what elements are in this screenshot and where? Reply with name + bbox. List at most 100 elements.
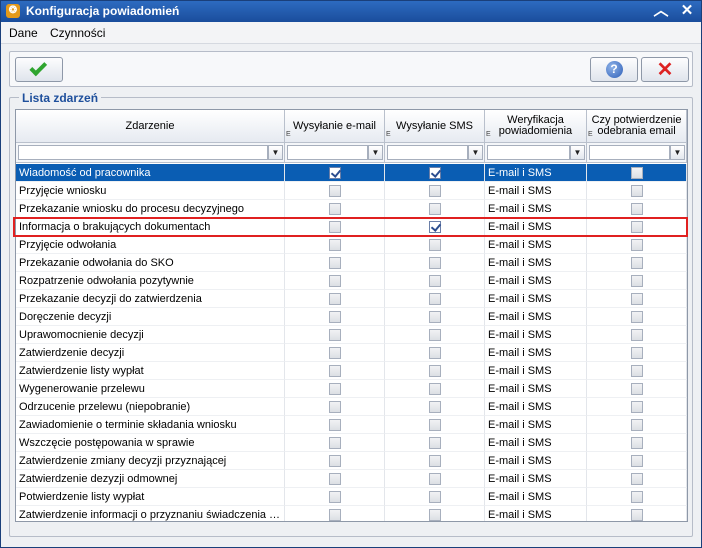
email-checkbox[interactable] xyxy=(328,419,341,431)
confirm-checkbox[interactable] xyxy=(630,401,643,413)
confirm-checkbox[interactable] xyxy=(630,455,643,467)
table-row[interactable]: Wiadomość od pracownika E-mail i SMS xyxy=(16,164,687,182)
email-checkbox[interactable] xyxy=(328,455,341,467)
sms-checkbox[interactable] xyxy=(428,203,441,215)
filter-input[interactable] xyxy=(18,145,268,160)
sms-checkbox[interactable] xyxy=(428,437,441,449)
email-checkbox[interactable] xyxy=(328,509,341,521)
email-checkbox[interactable] xyxy=(328,167,341,179)
table-row[interactable]: Zatwierdzenie listy wypłat E-mail i SMS xyxy=(16,362,687,380)
confirm-checkbox[interactable] xyxy=(630,365,643,377)
sms-checkbox[interactable] xyxy=(428,185,441,197)
table-row[interactable]: Zatwierdzenie decyzji E-mail i SMS xyxy=(16,344,687,362)
email-checkbox[interactable] xyxy=(328,257,341,269)
help-button[interactable]: ? xyxy=(590,57,638,82)
close-icon[interactable]: ✕ xyxy=(677,2,697,20)
confirm-checkbox[interactable] xyxy=(630,221,643,233)
table-row[interactable]: Przekazanie odwołania do SKO E-mail i SMS xyxy=(16,254,687,272)
sms-checkbox[interactable] xyxy=(428,329,441,341)
confirm-checkbox[interactable] xyxy=(630,473,643,485)
confirm-checkbox[interactable] xyxy=(630,203,643,215)
dropdown-arrow-icon[interactable]: ▼ xyxy=(670,145,685,160)
confirm-checkbox[interactable] xyxy=(630,509,643,521)
email-checkbox[interactable] xyxy=(328,347,341,359)
confirm-checkbox[interactable] xyxy=(630,311,643,323)
table-row[interactable]: Zatwierdzenie zmiany decyzji przyznające… xyxy=(16,452,687,470)
table-row[interactable]: Informacja o brakujących dokumentach E-ma… xyxy=(16,218,687,236)
table-row[interactable]: Przyjęcie odwołania E-mail i SMS xyxy=(16,236,687,254)
confirm-checkbox[interactable] xyxy=(630,437,643,449)
table-row[interactable]: Zawiadomienie o terminie składania wnios… xyxy=(16,416,687,434)
column-header-verification[interactable]: E Weryfikacja powiadomienia xyxy=(485,110,587,143)
confirm-button[interactable] xyxy=(15,57,63,82)
email-checkbox[interactable] xyxy=(328,491,341,503)
email-checkbox[interactable] xyxy=(328,203,341,215)
sms-checkbox[interactable] xyxy=(428,383,441,395)
confirm-checkbox[interactable] xyxy=(630,275,643,287)
sms-checkbox[interactable] xyxy=(428,347,441,359)
table-row[interactable]: Doręczenie decyzji E-mail i SMS xyxy=(16,308,687,326)
email-checkbox[interactable] xyxy=(328,311,341,323)
sms-checkbox[interactable] xyxy=(428,473,441,485)
column-header-event[interactable]: Zdarzenie xyxy=(16,110,285,143)
sms-checkbox[interactable] xyxy=(428,419,441,431)
email-checkbox[interactable] xyxy=(328,473,341,485)
table-row[interactable]: Wygenerowanie przelewu E-mail i SMS xyxy=(16,380,687,398)
confirm-checkbox[interactable] xyxy=(630,239,643,251)
sms-checkbox[interactable] xyxy=(428,455,441,467)
table-row[interactable]: Zatwierdzenie dezyzji odmownej E-mail i S… xyxy=(16,470,687,488)
table-row[interactable]: Przekazanie decyzji do zatwierdzenia E-ma… xyxy=(16,290,687,308)
table-row[interactable]: Odrzucenie przelewu (niepobranie) E-mail … xyxy=(16,398,687,416)
collapse-icon[interactable]: ︿ xyxy=(651,2,671,20)
email-checkbox[interactable] xyxy=(328,185,341,197)
email-checkbox[interactable] xyxy=(328,401,341,413)
sms-checkbox[interactable] xyxy=(428,401,441,413)
email-checkbox[interactable] xyxy=(328,383,341,395)
sms-checkbox[interactable] xyxy=(428,221,441,233)
filter-input[interactable] xyxy=(387,145,468,160)
email-checkbox[interactable] xyxy=(328,221,341,233)
confirm-checkbox[interactable] xyxy=(630,185,643,197)
email-checkbox[interactable] xyxy=(328,293,341,305)
sms-checkbox[interactable] xyxy=(428,311,441,323)
sms-checkbox[interactable] xyxy=(428,293,441,305)
menu-czynnosci[interactable]: Czynności xyxy=(50,26,105,40)
table-row[interactable]: Przekazanie wniosku do procesu decyzyjne… xyxy=(16,200,687,218)
sms-checkbox[interactable] xyxy=(428,275,441,287)
column-header-email[interactable]: E Wysyłanie e-mail xyxy=(285,110,385,143)
sms-checkbox[interactable] xyxy=(428,365,441,377)
confirm-checkbox[interactable] xyxy=(630,257,643,269)
email-checkbox[interactable] xyxy=(328,437,341,449)
table-row[interactable]: Przyjęcie wniosku E-mail i SMS xyxy=(16,182,687,200)
confirm-checkbox[interactable] xyxy=(630,383,643,395)
cancel-button[interactable]: ✕ xyxy=(641,57,689,82)
sms-checkbox[interactable] xyxy=(428,257,441,269)
filter-input[interactable] xyxy=(287,145,368,160)
filter-input[interactable] xyxy=(487,145,570,160)
table-row[interactable]: Rozpatrzenie odwołania pozytywnie E-mail … xyxy=(16,272,687,290)
confirm-checkbox[interactable] xyxy=(630,491,643,503)
menu-dane[interactable]: Dane xyxy=(9,26,38,40)
table-row[interactable]: Uprawomocnienie decyzji E-mail i SMS xyxy=(16,326,687,344)
email-checkbox[interactable] xyxy=(328,329,341,341)
dropdown-arrow-icon[interactable]: ▼ xyxy=(268,145,283,160)
table-row[interactable]: Wszczęcie postępowania w sprawie E-mail i… xyxy=(16,434,687,452)
sms-checkbox[interactable] xyxy=(428,491,441,503)
title-bar[interactable]: ❂ Konfiguracja powiadomień ︿ ✕ xyxy=(1,1,701,22)
confirm-checkbox[interactable] xyxy=(630,347,643,359)
email-checkbox[interactable] xyxy=(328,275,341,287)
table-row[interactable]: Zatwierdzenie informacji o przyznaniu św… xyxy=(16,506,687,521)
sms-checkbox[interactable] xyxy=(428,239,441,251)
sms-checkbox[interactable] xyxy=(428,167,441,179)
column-header-confirm[interactable]: E Czy potwierdzenie odebrania email xyxy=(587,110,687,143)
dropdown-arrow-icon[interactable]: ▼ xyxy=(570,145,585,160)
confirm-checkbox[interactable] xyxy=(630,167,643,179)
email-checkbox[interactable] xyxy=(328,239,341,251)
table-row[interactable]: Potwierdzenie listy wypłat E-mail i SMS xyxy=(16,488,687,506)
dropdown-arrow-icon[interactable]: ▼ xyxy=(468,145,483,160)
column-header-sms[interactable]: E Wysyłanie SMS xyxy=(385,110,485,143)
dropdown-arrow-icon[interactable]: ▼ xyxy=(368,145,383,160)
confirm-checkbox[interactable] xyxy=(630,329,643,341)
sms-checkbox[interactable] xyxy=(428,509,441,521)
email-checkbox[interactable] xyxy=(328,365,341,377)
